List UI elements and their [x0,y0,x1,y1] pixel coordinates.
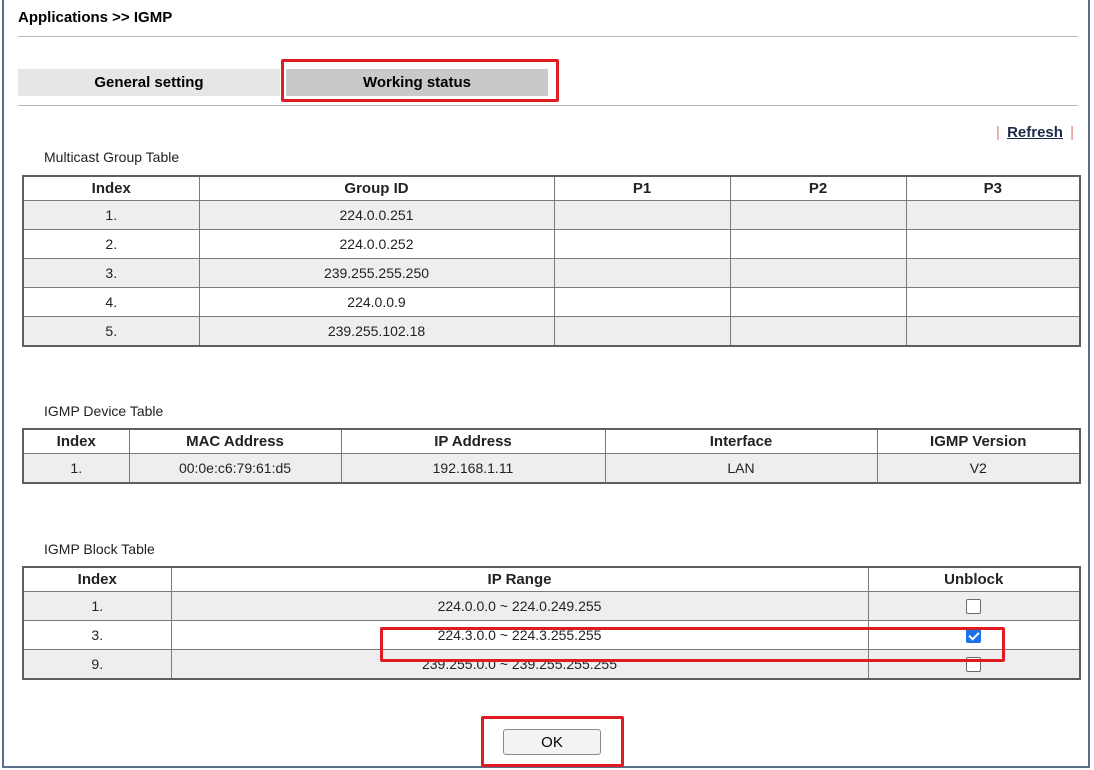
title-divider [18,36,1078,37]
cell-ip-range: 224.3.0.0 ~ 224.3.255.255 [170,620,869,650]
multicast-table-caption: Multicast Group Table [44,149,180,165]
cell-p1 [553,200,731,230]
cell-ip-address: 192.168.1.11 [340,453,606,484]
cell-p3 [905,229,1081,259]
igmp-block-table: Index IP Range Unblock 1. 224.0.0.0 ~ 22… [22,566,1081,680]
table-header-row: Index MAC Address IP Address Interface I… [22,428,1081,454]
cell-p2 [729,200,907,230]
cell-index: 9. [22,649,172,680]
col-header-index: Index [22,566,172,592]
refresh-pipe-right: | [1070,124,1074,141]
cell-index: 4. [22,287,200,317]
table-row: 1. 224.0.0.0 ~ 224.0.249.255 [22,591,1081,621]
cell-unblock [867,620,1081,650]
table-header-row: Index IP Range Unblock [22,566,1081,592]
page-frame: Applications >> IGMP General setting Wor… [2,0,1090,768]
col-header-ip-range: IP Range [170,566,869,592]
tab-working-status[interactable]: Working status [286,69,548,96]
col-header-index: Index [22,175,200,201]
cell-index: 2. [22,229,200,259]
col-header-p3: P3 [905,175,1081,201]
tab-bar: General setting Working status [18,69,548,96]
cell-index: 3. [22,258,200,288]
cell-group-id: 239.255.102.18 [198,316,555,347]
unblock-checkbox[interactable] [966,599,982,615]
col-header-group-id: Group ID [198,175,555,201]
col-header-index: Index [22,428,130,454]
cell-p1 [553,316,731,347]
cell-ip-range: 224.0.0.0 ~ 224.0.249.255 [170,591,869,621]
tab-divider [18,105,1078,106]
cell-unblock [867,591,1081,621]
table-row: 3. 239.255.255.250 [22,258,1081,288]
cell-p2 [729,316,907,347]
cell-index: 5. [22,316,200,347]
block-table-caption: IGMP Block Table [44,541,155,557]
table-header-row: Index Group ID P1 P2 P3 [22,175,1081,201]
col-header-igmp-version: IGMP Version [876,428,1081,454]
cell-index: 1. [22,200,200,230]
refresh-link[interactable]: Refresh [1007,124,1063,141]
cell-ip-range: 239.255.0.0 ~ 239.255.255.255 [170,649,869,680]
device-table-caption: IGMP Device Table [44,403,164,419]
cell-mac-address: 00:0e:c6:79:61:d5 [128,453,342,484]
tab-general-setting[interactable]: General setting [18,69,280,96]
cell-p1 [553,287,731,317]
col-header-interface: Interface [604,428,878,454]
table-row: 1. 00:0e:c6:79:61:d5 192.168.1.11 LAN V2 [22,453,1081,484]
cell-p2 [729,258,907,288]
col-header-mac-address: MAC Address [128,428,342,454]
table-row: 3. 224.3.0.0 ~ 224.3.255.255 [22,620,1081,650]
cell-index: 3. [22,620,172,650]
table-row: 5. 239.255.102.18 [22,316,1081,347]
cell-p3 [905,316,1081,347]
cell-igmp-version: V2 [876,453,1081,484]
cell-index: 1. [22,453,130,484]
cell-p3 [905,287,1081,317]
table-row: 1. 224.0.0.251 [22,200,1081,230]
unblock-checkbox[interactable] [966,657,982,673]
cell-p3 [905,258,1081,288]
col-header-unblock: Unblock [867,566,1081,592]
unblock-checkbox[interactable] [966,628,982,644]
cell-unblock [867,649,1081,680]
cell-p2 [729,229,907,259]
col-header-p2: P2 [729,175,907,201]
refresh-pipe-left: | [995,124,1000,141]
cell-p1 [553,258,731,288]
cell-group-id: 224.0.0.251 [198,200,555,230]
col-header-ip-address: IP Address [340,428,606,454]
cell-index: 1. [22,591,172,621]
multicast-group-table: Index Group ID P1 P2 P3 1. 224.0.0.251 2… [22,175,1081,347]
ok-button[interactable]: OK [503,729,601,755]
refresh-area: | Refresh | [996,124,1074,141]
cell-group-id: 239.255.255.250 [198,258,555,288]
table-row: 9. 239.255.0.0 ~ 239.255.255.255 [22,649,1081,680]
page-title: Applications >> IGMP [18,9,173,26]
cell-p1 [553,229,731,259]
table-row: 2. 224.0.0.252 [22,229,1081,259]
table-row: 4. 224.0.0.9 [22,287,1081,317]
cell-interface: LAN [604,453,878,484]
cell-p2 [729,287,907,317]
col-header-p1: P1 [553,175,731,201]
cell-group-id: 224.0.0.252 [198,229,555,259]
cell-p3 [905,200,1081,230]
igmp-device-table: Index MAC Address IP Address Interface I… [22,428,1081,484]
cell-group-id: 224.0.0.9 [198,287,555,317]
